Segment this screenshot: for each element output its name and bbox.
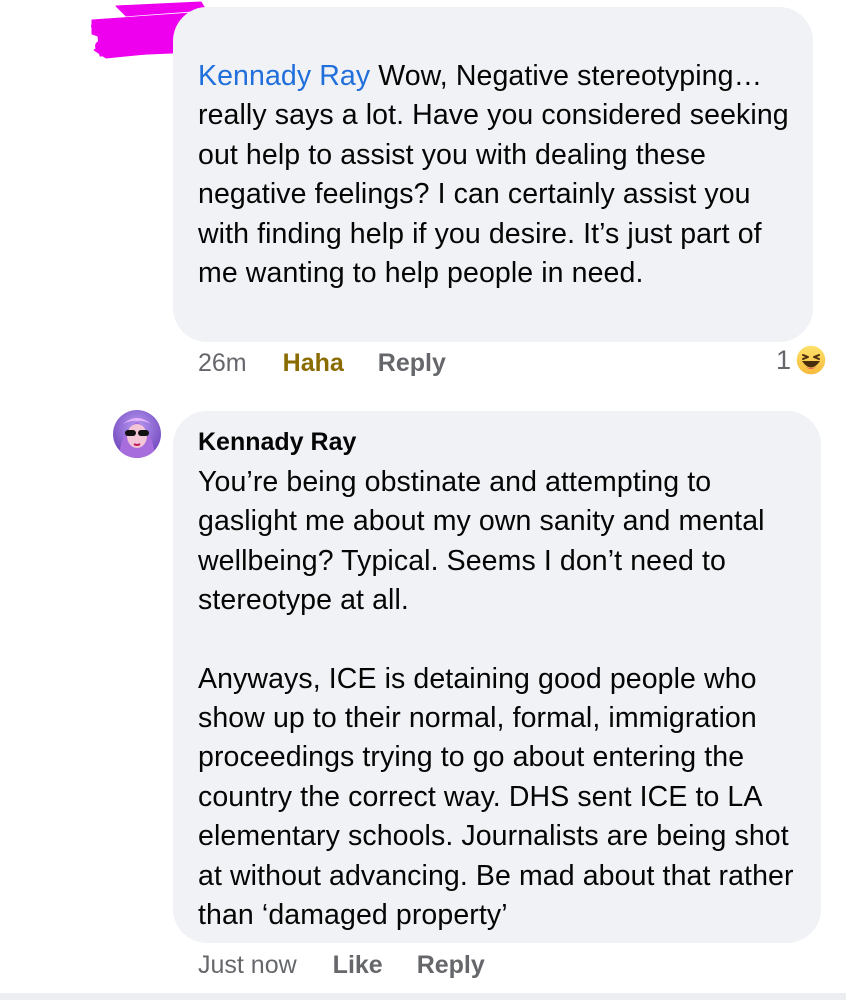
comment-bubble: Kennady Ray Wow, Negative stereotyping… …: [173, 7, 813, 342]
bottom-divider: [0, 993, 846, 1000]
comment-actions: 26m Haha Reply: [198, 349, 480, 378]
comment-paragraph: You’re being obstinate and attempting to…: [198, 466, 773, 617]
comment-thread: Kennady Ray Wow, Negative stereotyping… …: [0, 0, 846, 1000]
comment-bubble: Kennady Ray You’re being obstinate and a…: [173, 411, 821, 943]
like-button[interactable]: Like: [333, 951, 383, 980]
comment-body: Kennady Ray Wow, Negative stereotyping… …: [198, 57, 793, 293]
author-tag-link[interactable]: Kennady Ray: [198, 60, 370, 92]
comment-text: Wow, Negative stereotyping… really says …: [198, 60, 797, 290]
comment-body: You’re being obstinate and attempting to…: [198, 463, 801, 935]
comment-author-name[interactable]: Kennady Ray: [198, 427, 801, 457]
comment-paragraph: Anyways, ICE is detaining good people wh…: [198, 662, 802, 932]
comment-actions: Just now Like Reply: [198, 951, 519, 980]
comment-timestamp[interactable]: 26m: [198, 349, 247, 378]
reply-button[interactable]: Reply: [417, 951, 485, 980]
avatar[interactable]: [113, 410, 161, 458]
reply-button[interactable]: Reply: [378, 349, 446, 378]
reaction-count: 1: [776, 344, 792, 375]
avatar-image: [113, 410, 161, 458]
haha-reaction-button[interactable]: Haha: [283, 349, 344, 378]
laughing-emoji-icon: [795, 344, 827, 376]
reaction-summary[interactable]: 1: [776, 344, 827, 376]
comment-timestamp[interactable]: Just now: [198, 951, 297, 980]
